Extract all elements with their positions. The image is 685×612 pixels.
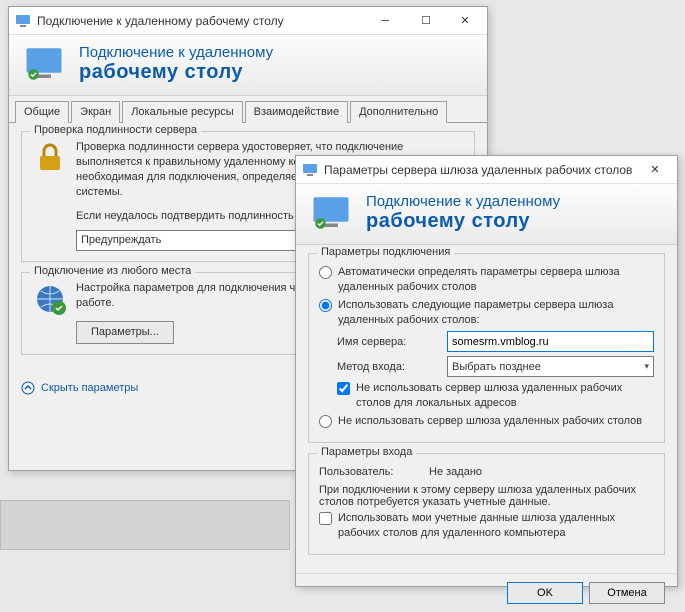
auto-detect-radio[interactable]	[319, 266, 332, 279]
chevron-down-icon: ▾	[644, 361, 649, 372]
settings-button[interactable]: Параметры...	[76, 321, 174, 344]
window-title: Подключение к удаленному рабочему столу	[37, 14, 364, 28]
lock-icon	[32, 140, 68, 176]
minimize-button[interactable]: ─	[365, 9, 405, 33]
conn-params-legend: Параметры подключения	[317, 246, 454, 258]
close-button[interactable]: ✕	[447, 9, 483, 33]
titlebar[interactable]: Параметры сервера шлюза удаленных рабочи…	[296, 156, 677, 184]
bypass-local-label: Не использовать сервер шлюза удаленных р…	[356, 381, 654, 411]
window-title: Параметры сервера шлюза удаленных рабочи…	[324, 163, 636, 177]
user-label: Пользователь:	[319, 466, 429, 478]
use-settings-radio[interactable]	[319, 299, 332, 312]
tab-bar: Общие Экран Локальные ресурсы Взаимодейс…	[9, 96, 487, 123]
dialog-button-row: OK Отмена	[296, 573, 677, 612]
share-creds-label: Использовать мои учетные данные шлюза уд…	[338, 511, 654, 541]
tab-localres[interactable]: Локальные ресурсы	[122, 101, 242, 123]
login-method-value: Выбрать позднее	[452, 361, 541, 373]
server-auth-legend: Проверка подлинности сервера	[30, 124, 201, 136]
banner: Подключение к удаленному рабочему столу	[296, 184, 677, 245]
server-name-label: Имя сервера:	[337, 336, 447, 348]
ok-button[interactable]: OK	[507, 582, 583, 604]
bypass-local-checkbox[interactable]	[337, 382, 350, 395]
auth-failure-value: Предупреждать	[81, 233, 161, 248]
rdp-icon	[302, 162, 318, 178]
cancel-button[interactable]: Отмена	[589, 582, 665, 604]
rdp-gateway-dialog: Параметры сервера шлюза удаленных рабочи…	[295, 155, 678, 587]
titlebar[interactable]: Подключение к удаленному рабочему столу …	[9, 7, 487, 35]
no-gateway-radio[interactable]	[319, 415, 332, 428]
auto-detect-label: Автоматически определять параметры серве…	[338, 265, 654, 295]
maximize-button[interactable]: ☐	[406, 9, 446, 33]
user-value: Не задано	[429, 466, 482, 478]
globe-icon	[32, 281, 68, 317]
rdp-icon	[15, 13, 31, 29]
use-settings-label: Использовать следующие параметры сервера…	[338, 298, 654, 328]
login-method-label: Метод входа:	[337, 361, 447, 373]
no-gateway-label: Не использовать сервер шлюза удаленных р…	[338, 414, 642, 429]
share-creds-checkbox[interactable]	[319, 512, 332, 525]
rdp-banner-icon	[23, 43, 65, 85]
login-note: При подключении к этому серверу шлюза уд…	[319, 484, 654, 508]
banner-line2: рабочему столу	[79, 61, 273, 84]
collapse-icon	[21, 381, 35, 395]
server-name-input[interactable]	[447, 331, 654, 352]
banner: Подключение к удаленному рабочему столу	[9, 35, 487, 96]
tab-display[interactable]: Экран	[71, 101, 120, 123]
tab-advanced[interactable]: Дополнительно	[350, 101, 447, 123]
login-params-legend: Параметры входа	[317, 446, 416, 458]
login-params-fieldset: Параметры входа Пользователь: Не задано …	[308, 453, 665, 555]
banner-line1: Подключение к удаленному	[366, 193, 560, 210]
connection-params-fieldset: Параметры подключения Автоматически опре…	[308, 253, 665, 443]
banner-line1: Подключение к удаленному	[79, 44, 273, 61]
banner-line2: рабочему столу	[366, 210, 560, 233]
rdp-banner-icon	[310, 192, 352, 234]
tab-general[interactable]: Общие	[15, 101, 69, 123]
close-button[interactable]: ✕	[637, 158, 673, 182]
hide-options-link[interactable]: Скрыть параметры	[41, 382, 138, 394]
login-method-combo[interactable]: Выбрать позднее ▾	[447, 356, 654, 377]
anywhere-legend: Подключение из любого места	[30, 265, 195, 277]
tab-experience[interactable]: Взаимодействие	[245, 101, 348, 123]
